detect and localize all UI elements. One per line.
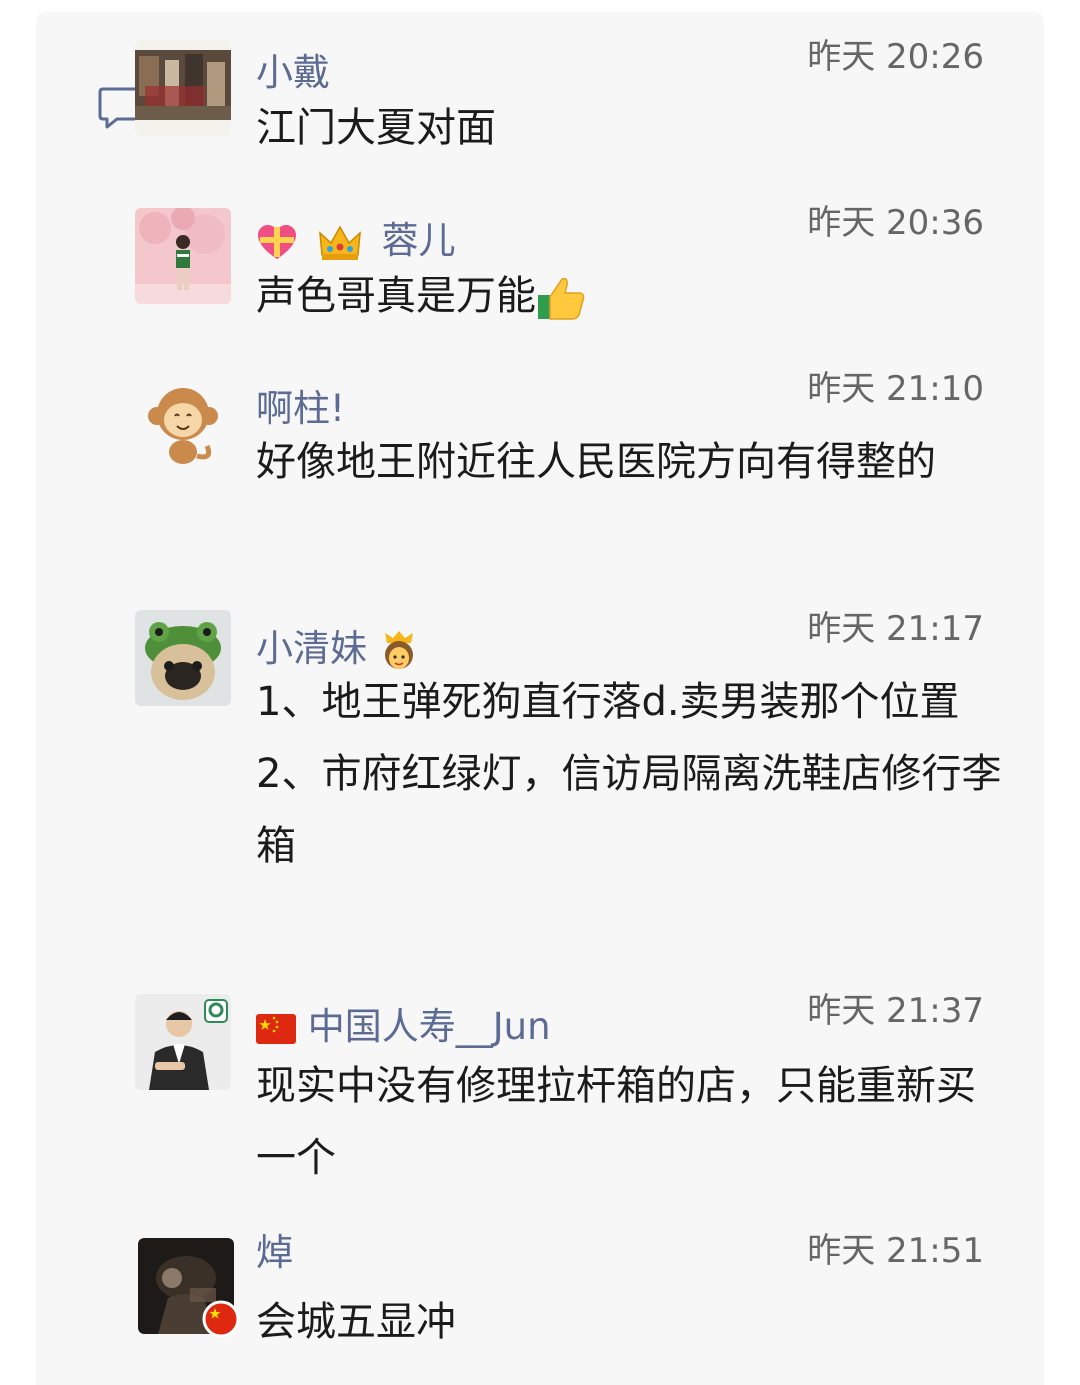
china-flag-icon bbox=[256, 1013, 296, 1044]
comment-text: 江门大夏对面 bbox=[256, 105, 496, 151]
china-flag-badge-icon bbox=[202, 1300, 240, 1338]
avatar[interactable] bbox=[135, 994, 231, 1090]
timestamp: 昨天 20:36 bbox=[807, 203, 984, 243]
avatar[interactable] bbox=[135, 610, 231, 706]
author-name[interactable]: 小戴 bbox=[256, 48, 330, 98]
comment-text: 现实中没有修理拉杆箱的店，只能重新买一个 bbox=[256, 1063, 976, 1181]
comment-panel: 小戴 昨天 20:26 江门大夏对面 蓉儿 昨天 20:36 声色哥真是万能 啊… bbox=[36, 12, 1044, 1385]
timestamp: 昨天 21:17 bbox=[807, 609, 984, 649]
avatar[interactable] bbox=[135, 208, 231, 304]
crown-emoji bbox=[318, 224, 361, 260]
comment-text: 好像地王附近往人民医院方向有得整的 bbox=[256, 439, 936, 485]
avatar[interactable] bbox=[135, 40, 231, 136]
gift-heart-emoji bbox=[258, 224, 296, 259]
timestamp: 昨天 21:37 bbox=[807, 991, 984, 1031]
timestamp: 昨天 21:51 bbox=[807, 1231, 984, 1271]
author-name[interactable]: 中国人寿__Jun bbox=[256, 1002, 551, 1052]
comment-text: 1、地王弹死狗直行落d.卖男装那个位置 2、市府红绿灯，信访局隔离洗鞋店修行李箱 bbox=[256, 679, 1002, 869]
comment-text: 声色哥真是万能 bbox=[256, 260, 1016, 332]
author-name[interactable]: 蓉儿 bbox=[256, 216, 456, 266]
comment-text: 会城五显冲 bbox=[256, 1299, 456, 1345]
thumbs-up-emoji bbox=[538, 277, 585, 320]
author-name[interactable]: 焯 bbox=[256, 1228, 293, 1278]
timestamp: 昨天 21:10 bbox=[807, 369, 984, 409]
avatar[interactable] bbox=[135, 376, 231, 472]
avatar[interactable] bbox=[138, 1238, 240, 1338]
timestamp: 昨天 20:26 bbox=[807, 37, 984, 77]
